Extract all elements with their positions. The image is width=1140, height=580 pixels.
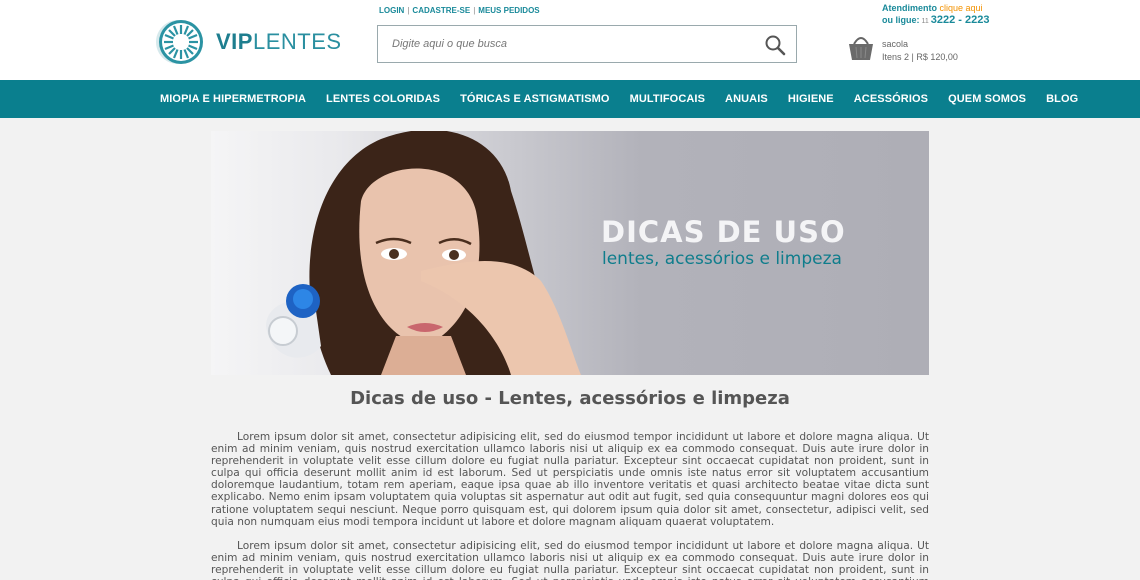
account-links: LOGIN | CADASTRE-SE | MEUS PEDIDOS [379,6,540,15]
cart-summary: Itens 2 | R$ 120,00 [882,52,958,62]
article-paragraph-1: Lorem ipsum dolor sit amet, consectetur … [211,431,929,528]
nav-item-multifocais[interactable]: MULTIFOCAIS [620,93,715,105]
customer-support: Atendimento clique aqui ou ligue: 11 3222 … [882,2,992,28]
nav-item-acessorios[interactable]: ACESSÓRIOS [844,93,938,105]
my-orders-link[interactable]: MEUS PEDIDOS [478,6,539,15]
call-label: ou ligue: [882,15,920,25]
logo-light-text: LENTES [252,29,342,54]
search-icon[interactable] [764,34,786,56]
shopping-bag[interactable]: sacola Itens 2 | R$ 120,00 [846,32,976,68]
phone-number: 3222 - 2223 [930,14,990,26]
logo-wordmark: VIPLENTES [216,29,342,55]
nav-item-lentes-coloridas[interactable]: LENTES COLORIDAS [316,93,450,105]
cart-label: sacola [882,39,909,49]
page-title: Dicas de uso - Lentes, acessórios e limp… [350,388,790,409]
site-logo[interactable]: VIPLENTES [148,16,353,68]
register-link[interactable]: CADASTRE-SE [412,6,470,15]
main-nav: MIOPIA E HIPERMETROPIA LENTES COLORIDAS … [0,80,1140,118]
nav-item-anuais[interactable]: ANUAIS [715,93,778,105]
hero-banner: DICAS DE USO lentes, acessórios e limpez… [211,131,929,375]
area-code: 11 [921,18,929,25]
separator: | [473,6,476,15]
support-label: Atendimento [882,3,937,13]
nav-item-higiene[interactable]: HIGIENE [778,93,844,105]
support-link[interactable]: clique aqui [940,3,983,13]
nav-item-toricas[interactable]: TÓRICAS E ASTIGMATISMO [450,93,619,105]
search-input[interactable] [378,26,748,62]
search-box [377,25,797,63]
nav-item-quem-somos[interactable]: QUEM SOMOS [938,93,1036,105]
logo-iris-icon [148,16,208,68]
login-link[interactable]: LOGIN [379,6,404,15]
article-paragraph-2: Lorem ipsum dolor sit amet, consectetur … [211,540,929,580]
banner-subtitle: lentes, acessórios e limpeza [602,249,842,269]
nav-item-miopia[interactable]: MIOPIA E HIPERMETROPIA [150,93,316,105]
nav-item-blog[interactable]: BLOG [1036,93,1088,105]
logo-bold-text: VIP [216,29,253,54]
shopping-bag-icon [846,32,876,62]
separator: | [407,6,410,15]
banner-title: DICAS DE USO [601,215,846,249]
site-header: VIPLENTES LOGIN | CADASTRE-SE | MEUS PEDIDOS… [0,0,1140,80]
